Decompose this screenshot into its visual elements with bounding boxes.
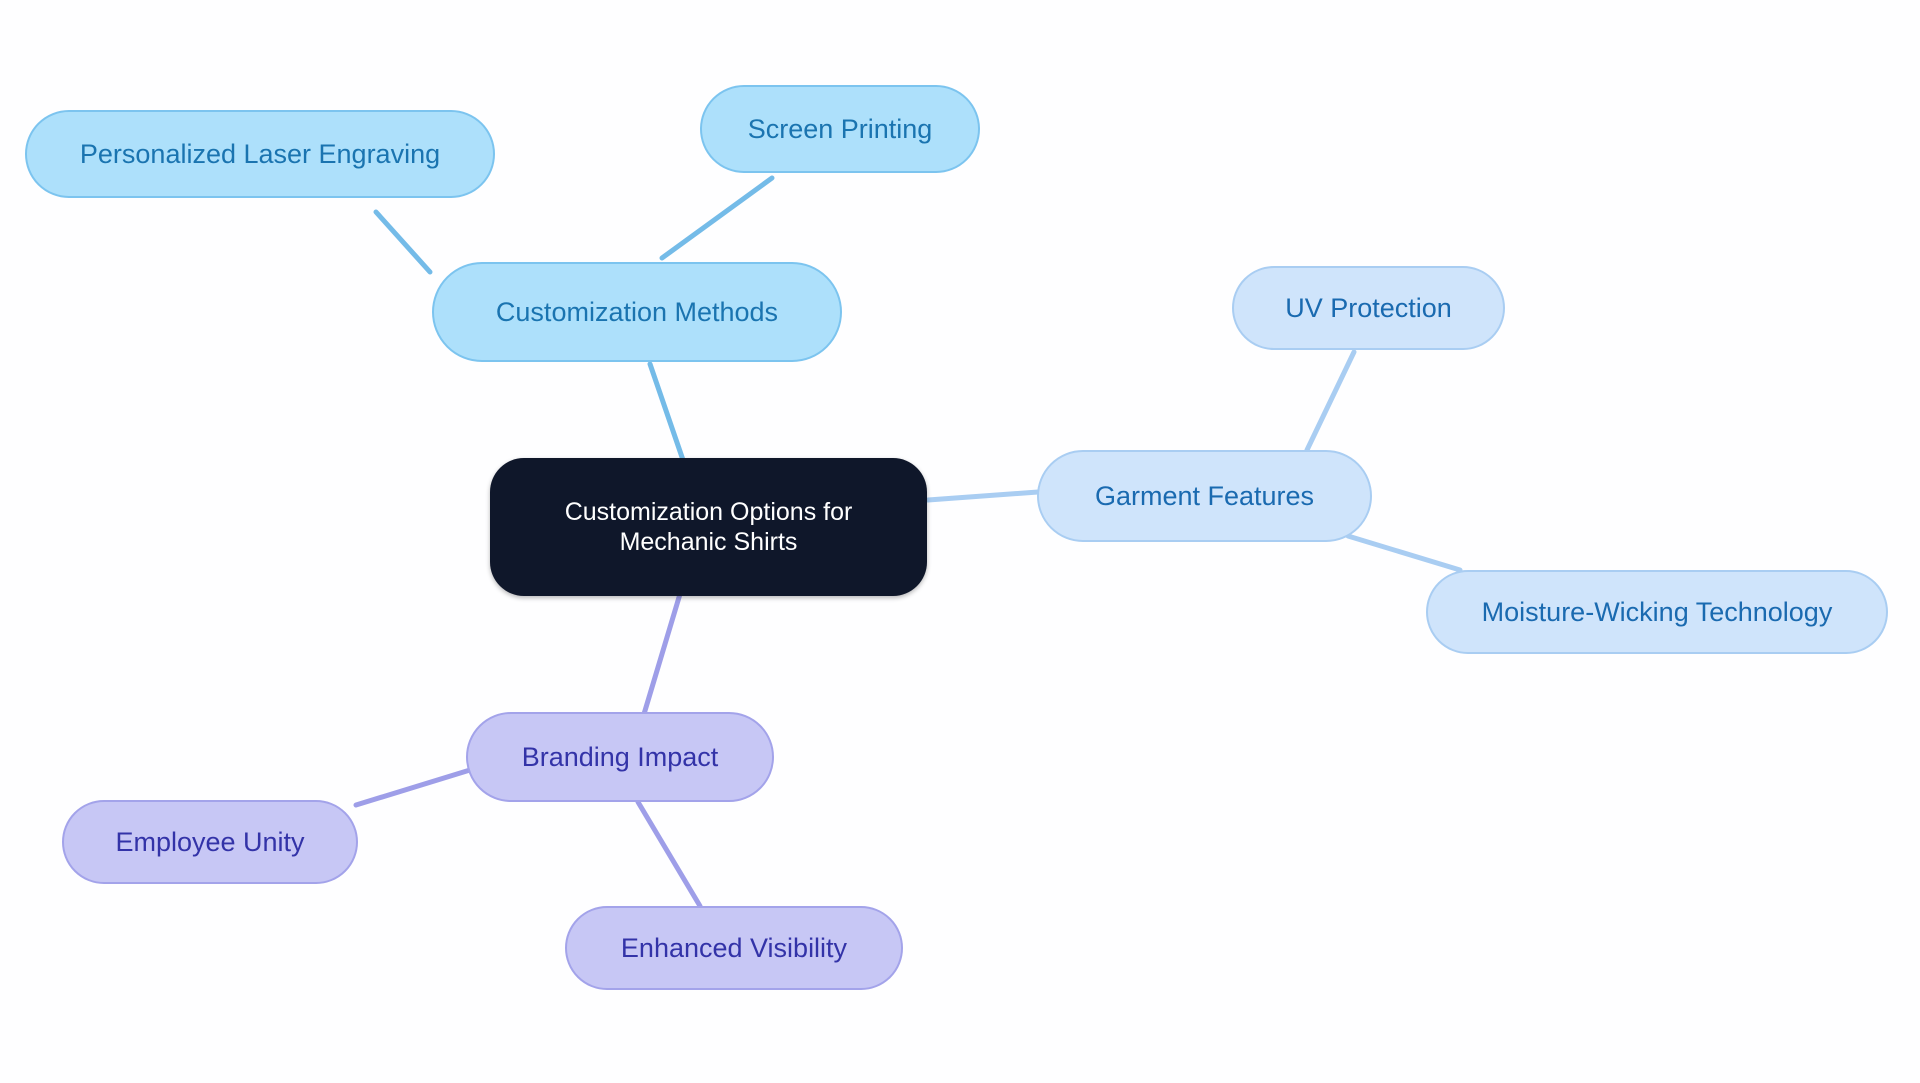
edge-root-garment-features [925,489,1041,503]
node-label: Employee Unity [115,826,305,857]
node-garment-features[interactable]: Garment Features [1037,450,1372,542]
mindmap-canvas: Customization Options for Mechanic Shirt… [0,0,1920,1083]
edge-customization-methods-personalized-laser-engraving [373,209,433,275]
node-root[interactable]: Customization Options for Mechanic Shirt… [490,458,927,596]
node-personalized-laser-engraving[interactable]: Personalized Laser Engraving [25,110,495,198]
node-label: Garment Features [1094,480,1315,511]
node-label: Branding Impact [521,741,719,772]
node-label: Enhanced Visibility [620,932,848,963]
node-enhanced-visibility[interactable]: Enhanced Visibility [565,906,903,990]
node-moisture-wicking-technology[interactable]: Moisture-Wicking Technology [1426,570,1888,654]
node-label: Personalized Laser Engraving [79,138,441,169]
node-label: Customization Options for Mechanic Shirt… [564,497,853,557]
edge-root-customization-methods [647,361,686,463]
node-screen-printing[interactable]: Screen Printing [700,85,980,173]
node-label: UV Protection [1285,292,1452,323]
edge-branding-impact-enhanced-visibility [635,799,703,909]
edge-root-branding-impact [641,591,683,717]
node-employee-unity[interactable]: Employee Unity [62,800,358,884]
node-label: Customization Methods [495,296,779,327]
node-branding-impact[interactable]: Branding Impact [466,712,774,802]
edge-garment-features-moisture-wicking-technology [1345,533,1463,573]
edge-garment-features-uv-protection [1304,349,1357,453]
edge-branding-impact-employee-unity [353,767,473,808]
node-uv-protection[interactable]: UV Protection [1232,266,1505,350]
edge-customization-methods-screen-printing [659,175,775,261]
node-customization-methods[interactable]: Customization Methods [432,262,842,362]
node-label: Screen Printing [747,113,933,144]
node-label: Moisture-Wicking Technology [1481,596,1833,627]
